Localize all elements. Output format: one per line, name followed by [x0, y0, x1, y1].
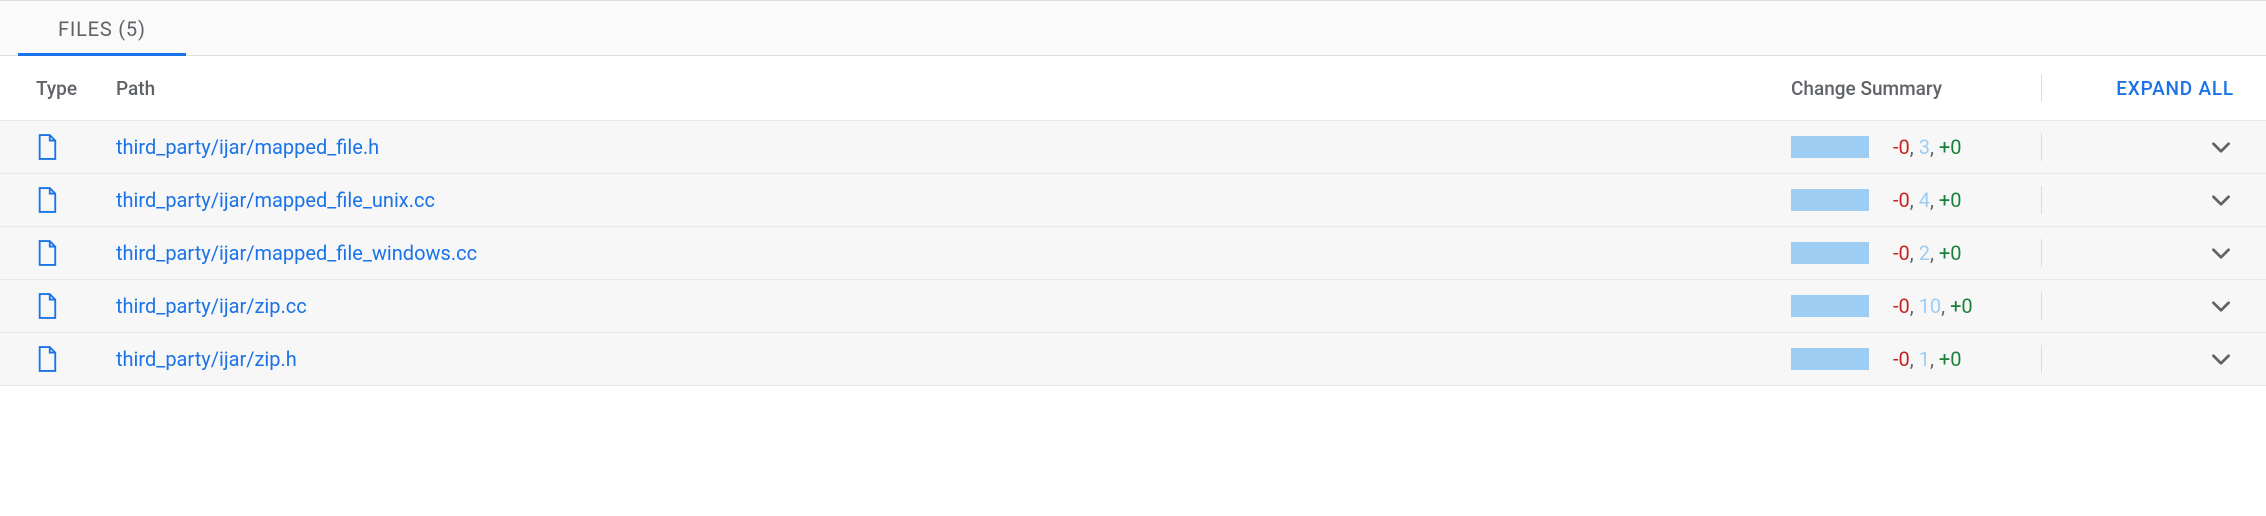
- col-header-change-summary: Change Summary: [1791, 77, 2021, 100]
- table-row[interactable]: third_party/ijar/mapped_file_unix.cc -0,…: [0, 174, 2266, 227]
- chevron-down-icon[interactable]: [2208, 240, 2234, 266]
- file-icon: [36, 239, 58, 267]
- removed-count: -0: [1893, 294, 1910, 318]
- chevron-down-icon[interactable]: [2208, 187, 2234, 213]
- file-icon-cell: [36, 292, 116, 320]
- modified-count: 4: [1919, 188, 1930, 212]
- added-count: +0: [1939, 188, 1962, 212]
- file-icon-cell: [36, 345, 116, 373]
- change-counts: -0, 2, +0: [1893, 241, 1961, 265]
- change-bar: [1791, 242, 1869, 264]
- chevron-down-icon[interactable]: [2208, 346, 2234, 372]
- added-count: +0: [1939, 347, 1962, 371]
- change-summary: -0, 4, +0: [1791, 188, 2021, 212]
- file-path-link[interactable]: third_party/ijar/mapped_file_unix.cc: [116, 188, 1791, 212]
- files-panel: FILES (5) Type Path Change Summary EXPAN…: [0, 0, 2266, 386]
- removed-count: -0: [1893, 347, 1910, 371]
- change-counts: -0, 3, +0: [1893, 135, 1961, 159]
- added-count: +0: [1950, 294, 1973, 318]
- change-counts: -0, 10, +0: [1893, 294, 1973, 318]
- file-icon: [36, 186, 58, 214]
- file-icon: [36, 133, 58, 161]
- file-path-link[interactable]: third_party/ijar/mapped_file.h: [116, 135, 1791, 159]
- change-summary: -0, 10, +0: [1791, 294, 2021, 318]
- change-summary: -0, 1, +0: [1791, 347, 2021, 371]
- col-header-type: Type: [36, 77, 116, 100]
- removed-count: -0: [1893, 241, 1910, 265]
- change-bar: [1791, 295, 1869, 317]
- divider-vertical: [2041, 74, 2042, 102]
- table-row[interactable]: third_party/ijar/mapped_file.h -0, 3, +0: [0, 121, 2266, 174]
- modified-count: 3: [1919, 135, 1930, 159]
- file-icon: [36, 292, 58, 320]
- tab-files[interactable]: FILES (5): [18, 1, 186, 55]
- chevron-down-icon[interactable]: [2208, 134, 2234, 160]
- added-count: +0: [1939, 241, 1962, 265]
- divider-vertical: [2041, 292, 2042, 320]
- tab-files-label: FILES (5): [58, 17, 146, 41]
- table-row[interactable]: third_party/ijar/mapped_file_windows.cc …: [0, 227, 2266, 280]
- table-row[interactable]: third_party/ijar/zip.h -0, 1, +0: [0, 333, 2266, 386]
- chevron-down-icon[interactable]: [2208, 293, 2234, 319]
- change-counts: -0, 4, +0: [1893, 188, 1961, 212]
- file-path-link[interactable]: third_party/ijar/zip.h: [116, 347, 1791, 371]
- file-icon: [36, 345, 58, 373]
- change-summary: -0, 2, +0: [1791, 241, 2021, 265]
- change-summary: -0, 3, +0: [1791, 135, 2021, 159]
- change-bar: [1791, 189, 1869, 211]
- divider-vertical: [2041, 345, 2042, 373]
- tabs-bar: FILES (5): [0, 1, 2266, 56]
- removed-count: -0: [1893, 135, 1910, 159]
- table-header: Type Path Change Summary EXPAND ALL: [0, 56, 2266, 121]
- file-path-link[interactable]: third_party/ijar/mapped_file_windows.cc: [116, 241, 1791, 265]
- change-bar: [1791, 348, 1869, 370]
- modified-count: 2: [1919, 241, 1930, 265]
- modified-count: 1: [1919, 347, 1930, 371]
- divider-vertical: [2041, 239, 2042, 267]
- col-header-path: Path: [116, 77, 1791, 100]
- added-count: +0: [1939, 135, 1962, 159]
- file-icon-cell: [36, 186, 116, 214]
- expand-all-button[interactable]: EXPAND ALL: [2116, 77, 2234, 100]
- divider-vertical: [2041, 186, 2042, 214]
- modified-count: 10: [1919, 294, 1941, 318]
- file-icon-cell: [36, 239, 116, 267]
- change-counts: -0, 1, +0: [1893, 347, 1961, 371]
- file-path-link[interactable]: third_party/ijar/zip.cc: [116, 294, 1791, 318]
- table-row[interactable]: third_party/ijar/zip.cc -0, 10, +0: [0, 280, 2266, 333]
- file-rows: third_party/ijar/mapped_file.h -0, 3, +0…: [0, 121, 2266, 386]
- file-icon-cell: [36, 133, 116, 161]
- removed-count: -0: [1893, 188, 1910, 212]
- change-bar: [1791, 136, 1869, 158]
- divider-vertical: [2041, 133, 2042, 161]
